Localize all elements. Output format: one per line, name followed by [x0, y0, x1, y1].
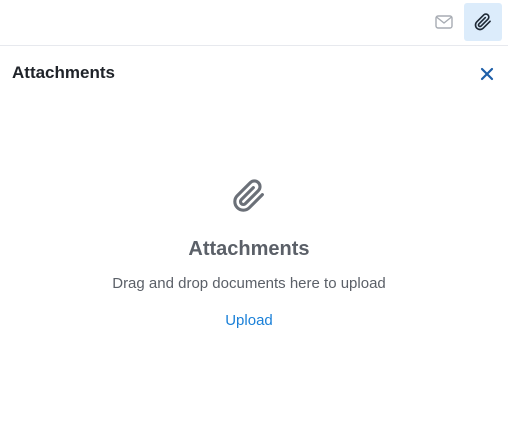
paperclip-icon — [233, 179, 264, 212]
envelope-icon — [435, 15, 453, 29]
attachments-page: Attachments Attachments Drag and drop do… — [0, 0, 508, 437]
top-toolbar — [0, 0, 508, 46]
panel-title: Attachments — [12, 63, 115, 82]
attachments-button[interactable] — [464, 3, 502, 41]
empty-state: Attachments Drag and drop documents here… — [0, 176, 498, 330]
close-button[interactable] — [476, 63, 498, 85]
empty-state-description: Drag and drop documents here to upload — [112, 275, 386, 292]
paperclip-icon — [474, 13, 491, 31]
panel-header: Attachments — [0, 46, 508, 102]
upload-link[interactable]: Upload — [225, 312, 273, 329]
close-icon — [480, 67, 494, 81]
empty-state-title: Attachments — [188, 238, 310, 260]
mail-button[interactable] — [425, 3, 463, 41]
empty-state-icon-wrap — [0, 176, 498, 220]
